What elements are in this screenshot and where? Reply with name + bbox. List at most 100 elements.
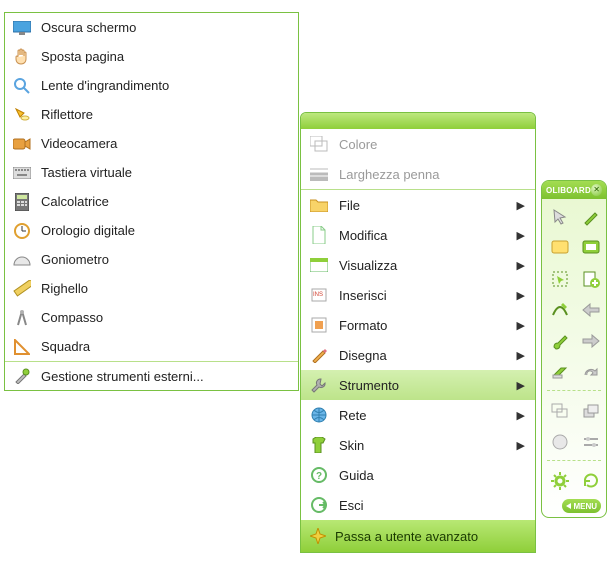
submenu-item-lente[interactable]: Lente d'ingrandimento <box>5 71 298 100</box>
refresh-icon[interactable] <box>577 467 605 495</box>
note-yellow-icon[interactable] <box>546 234 574 262</box>
setsquare-icon <box>13 338 31 356</box>
submenu-label: Goniometro <box>41 252 109 267</box>
chevron-right-icon: ▶ <box>517 229 525 242</box>
eraser-icon[interactable] <box>546 358 574 386</box>
submenu-item-oscura-schermo[interactable]: Oscura schermo <box>5 13 298 42</box>
svg-text:INS: INS <box>313 292 323 298</box>
submenu-label: Compasso <box>41 310 103 325</box>
compass-icon <box>13 309 31 327</box>
circle-gray-icon[interactable] <box>546 428 574 456</box>
shapes-stack-icon[interactable] <box>577 397 605 425</box>
toolbar-brand: OLIBOARD <box>546 186 591 195</box>
menu-item-guida[interactable]: ? Guida <box>301 460 535 490</box>
menu-label: Colore <box>339 137 525 152</box>
redo-gray-icon[interactable] <box>577 358 605 386</box>
menu-item-colore: Colore <box>301 129 535 159</box>
submenu-item-videocamera[interactable]: Videocamera <box>5 129 298 158</box>
menu-footer-label: Passa a utente avanzato <box>335 529 478 544</box>
menu-label: Skin <box>339 438 507 453</box>
submenu-item-compasso[interactable]: Compasso <box>5 303 298 332</box>
forward-gray-icon[interactable] <box>577 327 605 355</box>
chevron-right-icon: ▶ <box>517 379 525 392</box>
menu-label: Rete <box>339 408 507 423</box>
chevron-right-icon: ▶ <box>517 199 525 212</box>
menu-label: File <box>339 198 507 213</box>
layers-icon[interactable] <box>546 397 574 425</box>
tools-icon <box>13 367 31 385</box>
gear-icon[interactable] <box>546 467 574 495</box>
menu-item-inserisci[interactable]: INS Inserisci ▶ <box>301 280 535 310</box>
submenu-label: Riflettore <box>41 107 93 122</box>
submenu-item-orologio[interactable]: Orologio digitale <box>5 216 298 245</box>
svg-text:?: ? <box>316 471 322 482</box>
tshirt-icon <box>309 435 329 455</box>
close-button[interactable]: ✕ <box>591 184 602 196</box>
chevron-right-icon: ▶ <box>517 409 525 422</box>
oliboard-toolbar[interactable]: OLIBOARD ✕ MENU <box>541 180 607 518</box>
toolbar-header[interactable]: OLIBOARD ✕ <box>542 181 606 199</box>
menu-item-visualizza[interactable]: Visualizza ▶ <box>301 250 535 280</box>
menu-footer-switch-user[interactable]: Passa a utente avanzato <box>301 520 535 552</box>
chevron-right-icon: ▶ <box>517 319 525 332</box>
menu-item-modifica[interactable]: Modifica ▶ <box>301 220 535 250</box>
submenu-item-squadra[interactable]: Squadra <box>5 332 298 361</box>
menu-label: Larghezza penna <box>339 167 525 182</box>
menu-item-rete[interactable]: Rete ▶ <box>301 400 535 430</box>
menu-button-label: MENU <box>573 502 597 511</box>
submenu-label: Orologio digitale <box>41 223 135 238</box>
monitor-icon <box>13 19 31 37</box>
exit-icon <box>309 495 329 515</box>
protractor-icon <box>13 251 31 269</box>
menu-label: Esci <box>339 498 525 513</box>
menu-item-disegna[interactable]: Disegna ▶ <box>301 340 535 370</box>
main-menu-titlebar[interactable] <box>301 113 535 129</box>
add-page-icon[interactable] <box>577 265 605 293</box>
submenu-label: Gestione strumenti esterni... <box>41 369 204 384</box>
draw-line-icon[interactable] <box>546 296 574 324</box>
submenu-label: Oscura schermo <box>41 20 136 35</box>
toolbar-grid <box>542 199 606 388</box>
folder-icon <box>309 195 329 215</box>
wrench-icon <box>309 375 329 395</box>
triangle-left-icon <box>566 503 571 509</box>
document-icon <box>309 225 329 245</box>
back-gray-icon[interactable] <box>577 296 605 324</box>
menu-button[interactable]: MENU <box>562 499 601 513</box>
switch-user-icon <box>309 527 327 545</box>
submenu-item-gestione-strumenti[interactable]: Gestione strumenti esterni... <box>5 361 298 390</box>
note-green-icon[interactable] <box>577 234 605 262</box>
submenu-item-tastiera[interactable]: Tastiera virtuale <box>5 158 298 187</box>
menu-item-skin[interactable]: Skin ▶ <box>301 430 535 460</box>
submenu-label: Sposta pagina <box>41 49 124 64</box>
submenu-item-righello[interactable]: Righello <box>5 274 298 303</box>
menu-item-formato[interactable]: Formato ▶ <box>301 310 535 340</box>
menu-label: Strumento <box>339 378 507 393</box>
menu-item-file[interactable]: File ▶ <box>301 190 535 220</box>
menu-label: Guida <box>339 468 525 483</box>
menu-item-esci[interactable]: Esci <box>301 490 535 520</box>
pen-tool-icon[interactable] <box>577 203 605 231</box>
submenu-label: Righello <box>41 281 88 296</box>
camera-icon <box>13 135 31 153</box>
pencil-icon <box>309 345 329 365</box>
chevron-right-icon: ▶ <box>517 439 525 452</box>
marquee-icon[interactable] <box>546 265 574 293</box>
submenu-label: Calcolatrice <box>41 194 109 209</box>
tools-submenu: Oscura schermo Sposta pagina Lente d'ing… <box>4 12 299 391</box>
toolbar-grid-3 <box>542 463 606 497</box>
chevron-right-icon: ▶ <box>517 349 525 362</box>
submenu-item-riflettore[interactable]: Riflettore <box>5 100 298 129</box>
menu-label: Inserisci <box>339 288 507 303</box>
color-swatch-icon <box>309 134 329 154</box>
menu-label: Formato <box>339 318 507 333</box>
brush-icon[interactable] <box>546 327 574 355</box>
mouse-tool-icon[interactable] <box>546 203 574 231</box>
submenu-item-calcolatrice[interactable]: Calcolatrice <box>5 187 298 216</box>
submenu-item-sposta-pagina[interactable]: Sposta pagina <box>5 42 298 71</box>
menu-item-strumento[interactable]: Strumento ▶ <box>301 370 535 400</box>
globe-icon <box>309 405 329 425</box>
submenu-item-goniometro[interactable]: Goniometro <box>5 245 298 274</box>
toolbar-separator <box>547 390 601 391</box>
sliders-icon[interactable] <box>577 428 605 456</box>
